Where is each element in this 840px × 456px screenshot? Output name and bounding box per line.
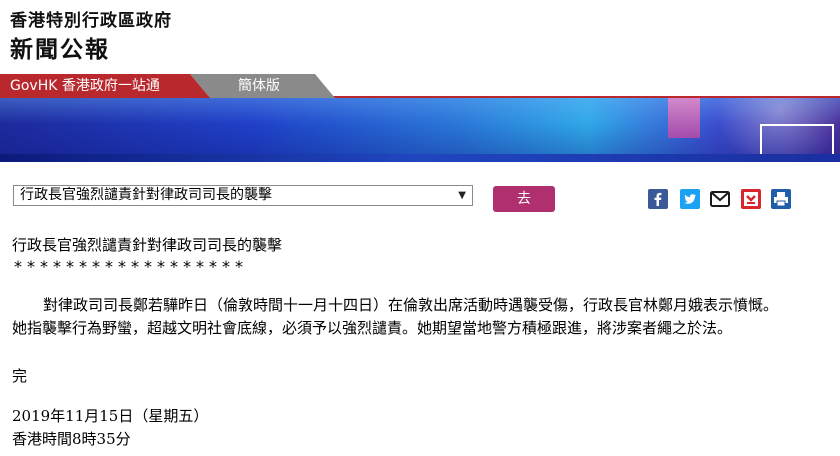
article-headline: 行政長官強烈譴責針對律政司司長的襲擊 bbox=[12, 236, 283, 254]
article-paragraph-line-1: 對律政司司長鄭若驊昨日（倫敦時間十一月十四日）在倫敦出席活動時遇襲受傷，行政長官… bbox=[43, 296, 779, 314]
twitter-icon[interactable] bbox=[680, 189, 700, 209]
tab-bar-spacer bbox=[335, 74, 840, 98]
facebook-icon[interactable] bbox=[648, 189, 668, 209]
release-time: 香港時間8時35分 bbox=[12, 430, 131, 448]
print-icon[interactable] bbox=[771, 189, 791, 209]
tab-govhk[interactable]: GovHK 香港政府一站通 bbox=[0, 74, 210, 98]
bookmark-icon[interactable] bbox=[741, 189, 761, 209]
headline-separator: ****************** bbox=[14, 257, 248, 276]
end-mark: 完 bbox=[12, 367, 28, 385]
email-icon[interactable] bbox=[710, 189, 730, 209]
government-name: 香港特別行政區政府 bbox=[10, 11, 172, 31]
banner-bottom-strip bbox=[0, 154, 840, 162]
go-button[interactable]: 去 bbox=[493, 186, 555, 212]
article-select-value: 行政長官強烈譴責針對律政司司長的襲擊 bbox=[20, 187, 272, 203]
banner-pink-block bbox=[668, 98, 700, 138]
header-banner bbox=[0, 98, 840, 162]
top-tab-bar: 簡体版 GovHK 香港政府一站通 bbox=[0, 74, 840, 98]
article-select[interactable]: 行政長官強烈譴責針對律政司司長的襲擊 ▼ bbox=[13, 185, 473, 206]
site-title: 新聞公報 bbox=[10, 37, 110, 63]
tab-simplified-chinese[interactable]: 簡体版 bbox=[190, 74, 335, 98]
release-date: 2019年11月15日（星期五） bbox=[12, 407, 209, 425]
dropdown-arrow-icon: ▼ bbox=[458, 190, 466, 201]
article-paragraph-line-2: 她指襲擊行為野蠻，超越文明社會底線，必須予以強烈譴責。她期望當地警方積極跟進，將… bbox=[12, 319, 733, 337]
